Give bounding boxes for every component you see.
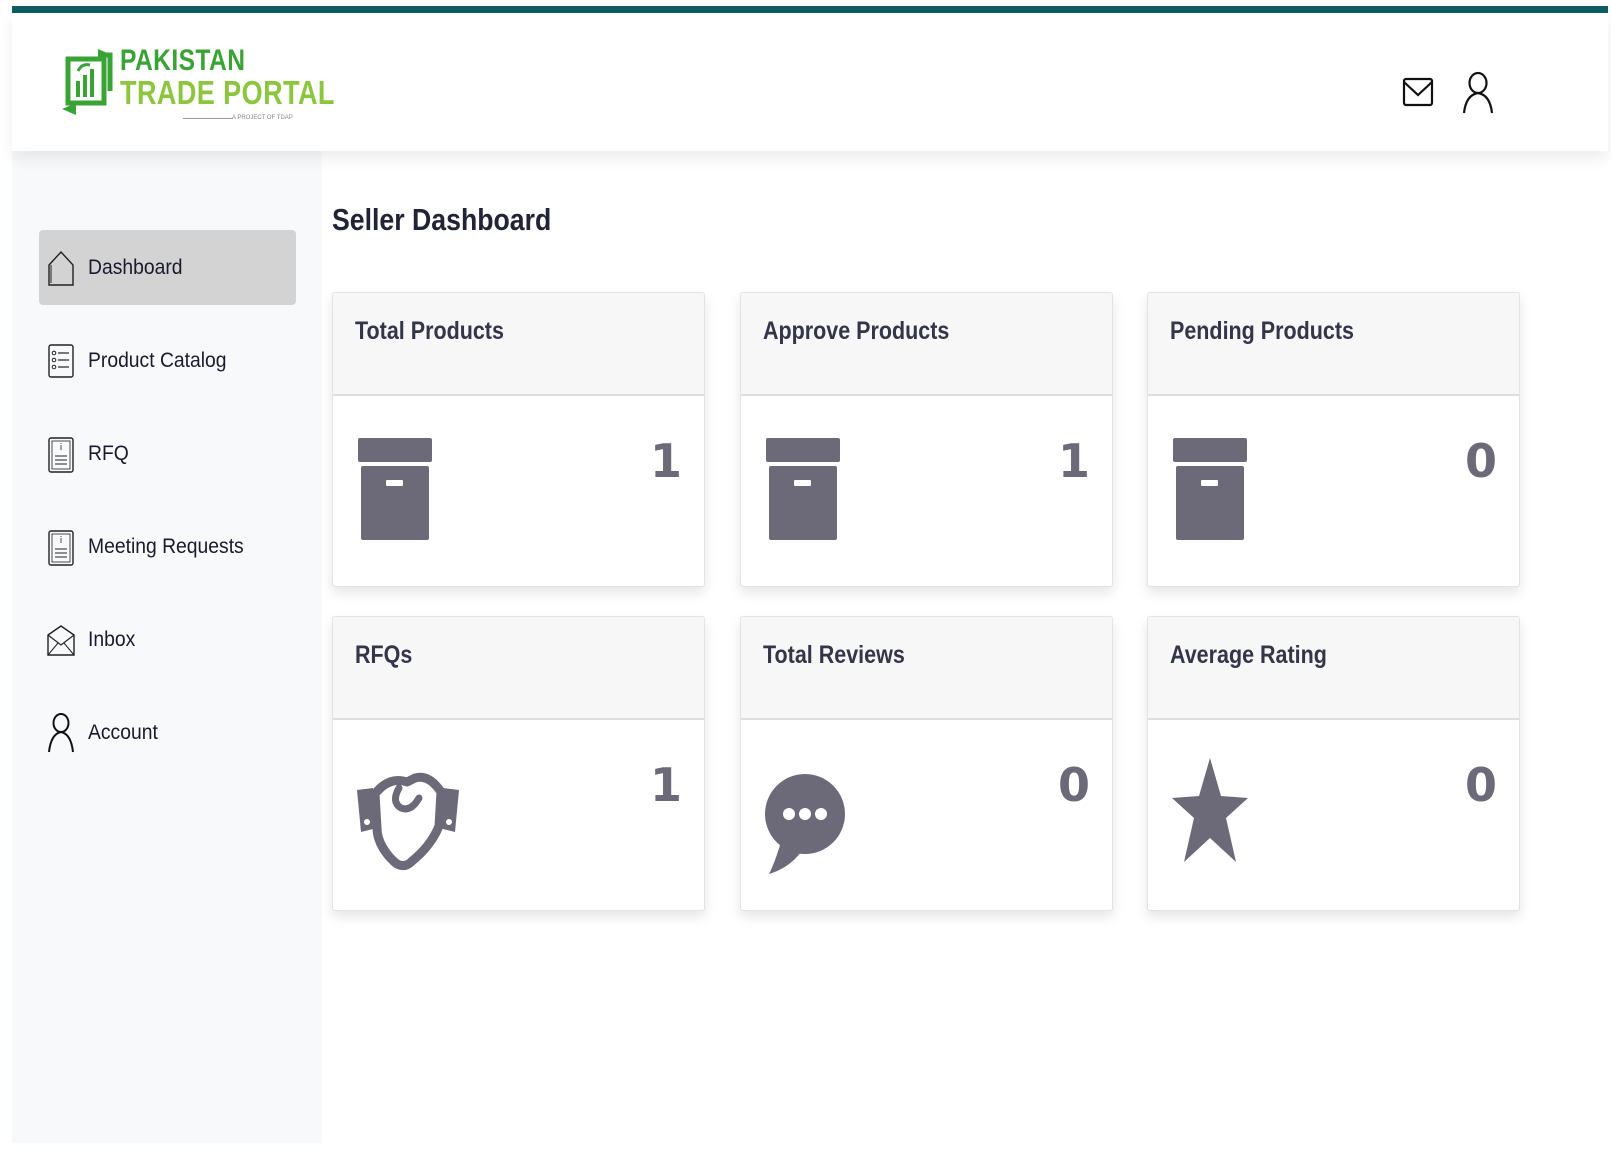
card-title: Pending Products bbox=[1170, 317, 1354, 345]
stat-card-pending-products[interactable]: Pending Products 0 bbox=[1147, 292, 1520, 587]
star-icon bbox=[1170, 754, 1250, 871]
card-value: 0 bbox=[1464, 758, 1497, 812]
user-icon[interactable] bbox=[1460, 71, 1496, 114]
card-value: 0 bbox=[1057, 758, 1090, 812]
card-header: Approve Products bbox=[741, 293, 1112, 396]
envelope-icon bbox=[46, 620, 76, 660]
sidebar-item-product-catalog[interactable]: Product Catalog bbox=[39, 323, 296, 398]
card-body: 1 bbox=[741, 396, 1112, 586]
card-body: 1 bbox=[333, 396, 704, 586]
card-value: 1 bbox=[1057, 434, 1090, 488]
sidebar-item-meeting-requests[interactable]: i Meeting Requests bbox=[39, 509, 296, 584]
sidebar-item-dashboard[interactable]: Dashboard bbox=[39, 230, 296, 305]
card-value: 1 bbox=[649, 434, 682, 488]
sidebar-item-rfq[interactable]: i RFQ bbox=[39, 416, 296, 491]
card-title: Approve Products bbox=[763, 317, 950, 345]
document-icon: i bbox=[46, 527, 76, 567]
card-title: Average Rating bbox=[1170, 641, 1327, 669]
stat-card-total-reviews[interactable]: Total Reviews 0 bbox=[740, 616, 1113, 911]
archive-box-icon bbox=[763, 436, 841, 549]
stat-card-average-rating[interactable]: Average Rating 0 bbox=[1147, 616, 1520, 911]
card-title: Total Reviews bbox=[763, 641, 905, 669]
card-body: 0 bbox=[1148, 720, 1519, 910]
svg-text:i: i bbox=[60, 443, 63, 453]
card-title: RFQs bbox=[355, 641, 413, 669]
sidebar-item-label: Product Catalog bbox=[88, 348, 227, 372]
mail-icon[interactable] bbox=[1401, 71, 1437, 113]
header: PAKISTAN TRADE PORTAL A PROJECT OF TDAP bbox=[12, 13, 1608, 151]
trade-logo-icon bbox=[62, 49, 113, 115]
top-accent-bar bbox=[12, 6, 1608, 13]
card-body: 0 bbox=[741, 720, 1112, 910]
home-icon bbox=[46, 248, 76, 288]
card-value: 0 bbox=[1464, 434, 1497, 488]
document-icon: i bbox=[46, 434, 76, 474]
card-header: Total Reviews bbox=[741, 617, 1112, 720]
chat-bubble-icon bbox=[763, 770, 847, 879]
svg-text:i: i bbox=[60, 536, 63, 546]
archive-box-icon bbox=[1170, 436, 1248, 549]
sidebar-item-label: Meeting Requests bbox=[88, 534, 244, 558]
card-header: Average Rating bbox=[1148, 617, 1519, 720]
brand-tagline: A PROJECT OF TDAP bbox=[182, 115, 293, 121]
stat-card-total-products[interactable]: Total Products 1 bbox=[332, 292, 705, 587]
sidebar: Dashboard Product Catalog i RFQ i Meetin… bbox=[12, 151, 322, 1143]
brand-logo[interactable]: PAKISTAN TRADE PORTAL A PROJECT OF TDAP bbox=[62, 41, 334, 126]
list-icon bbox=[46, 341, 76, 381]
user-icon bbox=[46, 712, 76, 753]
brand-line2: TRADE PORTAL bbox=[120, 74, 335, 111]
card-value: 1 bbox=[649, 758, 682, 812]
card-body: 1 bbox=[333, 720, 704, 910]
sidebar-item-label: RFQ bbox=[88, 441, 129, 465]
card-title: Total Products bbox=[355, 317, 504, 345]
archive-box-icon bbox=[355, 436, 433, 549]
card-body: 0 bbox=[1148, 396, 1519, 586]
stat-card-approve-products[interactable]: Approve Products 1 bbox=[740, 292, 1113, 587]
stat-card-rfqs[interactable]: RFQs 1 bbox=[332, 616, 705, 911]
app-frame: PAKISTAN TRADE PORTAL A PROJECT OF TDAP bbox=[12, 6, 1608, 1169]
sidebar-item-account[interactable]: Account bbox=[39, 695, 296, 770]
brand-line1: PAKISTAN bbox=[120, 44, 246, 77]
sidebar-item-inbox[interactable]: Inbox bbox=[39, 602, 296, 677]
sidebar-item-label: Dashboard bbox=[88, 255, 183, 279]
brand-wordmark: PAKISTAN TRADE PORTAL bbox=[120, 45, 335, 110]
card-header: Total Products bbox=[333, 293, 704, 396]
handshake-icon bbox=[355, 768, 461, 877]
page-title: Seller Dashboard bbox=[332, 202, 552, 237]
card-header: Pending Products bbox=[1148, 293, 1519, 396]
sidebar-item-label: Inbox bbox=[88, 627, 136, 651]
sidebar-item-label: Account bbox=[88, 720, 158, 744]
card-header: RFQs bbox=[333, 617, 704, 720]
